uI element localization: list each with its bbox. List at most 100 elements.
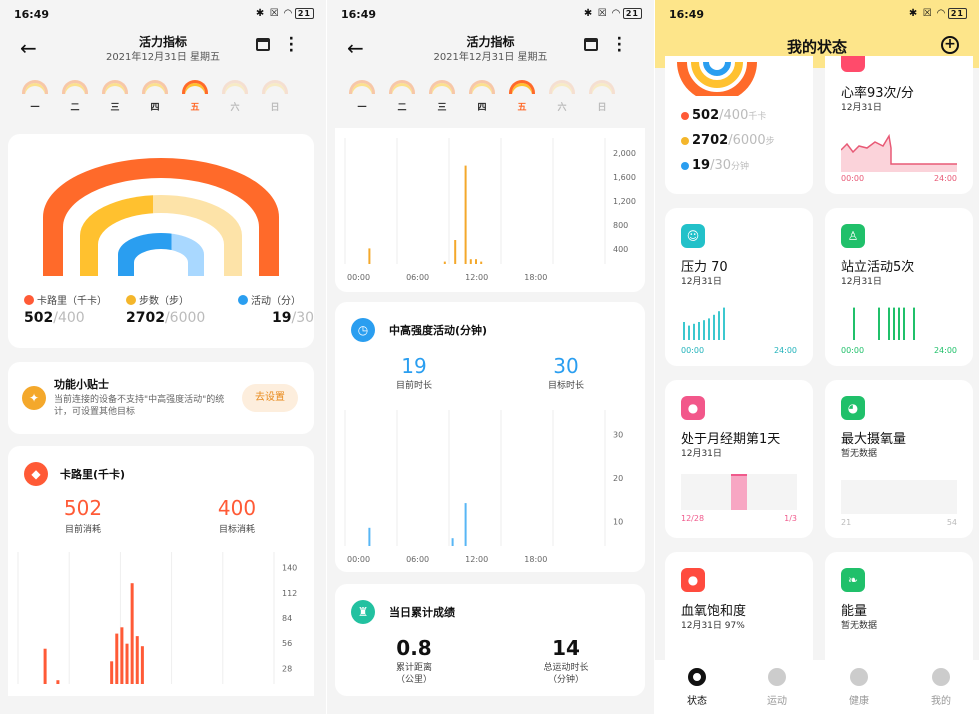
smile-icon: ☺ <box>681 224 705 248</box>
heart-icon <box>850 668 868 686</box>
intensity-chart: 30 20 10 00:00 06:00 12:00 18:00 <box>335 406 645 568</box>
mini-bar <box>893 307 895 340</box>
day-fri[interactable]: 五 <box>180 80 210 113</box>
day-fri[interactable]: 五 <box>507 80 537 113</box>
calendar-icon[interactable] <box>256 38 270 51</box>
standing-x0: 00:00 <box>841 346 865 355</box>
vo2max-x0: 21 <box>841 518 852 527</box>
period-bar <box>731 474 747 510</box>
mini-bar <box>878 307 880 340</box>
summary-calories: 卡路里（千卡） 502/400 <box>24 295 107 326</box>
day-sun: 日 <box>260 80 290 113</box>
mini-bar <box>903 307 905 340</box>
y-tick-label: 400 <box>613 245 628 254</box>
y-tick-label: 56 <box>282 639 292 648</box>
status-bar: 16:49 ✱ ☒ ◠ 21 <box>327 0 654 28</box>
footprint-icon <box>126 295 136 305</box>
heart-rate-sparkline <box>841 133 957 172</box>
chart-bar <box>475 259 477 264</box>
tab-workout[interactable]: 运动 <box>747 668 807 707</box>
calories-current-label: 目前消耗 <box>64 525 101 535</box>
calories-chart: 140 112 84 56 28 <box>8 548 314 688</box>
stress-card[interactable]: ☺ 压力 70 12月31日 00:00 24:00 <box>665 208 813 366</box>
energy-title: 能量 <box>841 604 868 619</box>
battery-icon: 21 <box>622 8 642 19</box>
vo2max-card[interactable]: ◕ 最大摄氧量 暂无数据 21 54 <box>825 380 973 538</box>
summary-activity: 活动（分） 19/30 <box>238 292 314 326</box>
x-tick-label: 18:00 <box>524 555 547 564</box>
intensity-goal-label: 目标时长 <box>547 381 584 391</box>
standing-date: 12月31日 <box>841 277 882 287</box>
tab-health[interactable]: 健康 <box>829 668 889 707</box>
y-tick-label: 20 <box>613 474 623 483</box>
spo2-card[interactable]: ● 血氧饱和度 12月31日 97% <box>665 552 813 672</box>
chart-bar <box>368 248 371 264</box>
x-tick-label: 18:00 <box>524 273 547 282</box>
activity-panel-middle: 16:49 ✱ ☒ ◠ 21 ← 活力指标 2021年12月31日 星期五 · · ·… <box>327 0 654 714</box>
chart-bar <box>368 527 371 546</box>
stress-x0: 00:00 <box>681 346 705 355</box>
summary-card[interactable]: 502/400千卡 2702/6000步 19/30分钟 <box>665 56 813 194</box>
flame-icon <box>681 112 689 120</box>
steps-chart: 2,000 1,600 1,200 800 400 00:00 06:00 12:00 18:0… <box>335 134 645 286</box>
status-icons: ✱ ☒ ◠ 21 <box>909 8 967 19</box>
day-mon[interactable]: 一 <box>20 80 50 113</box>
status-bar: 16:49 ✱ ☒ ◠ 21 <box>655 0 979 28</box>
heart-rate-card[interactable]: 心率93次/分 12月31日 00:00 24:00 <box>825 56 973 194</box>
more-menu-icon[interactable]: · · · <box>289 32 294 58</box>
drop-icon: ● <box>681 396 705 420</box>
tip-card: ✦ 功能小贴士 当前连接的设备不支持"中高强度活动"的统计，可设置其他目标 去设… <box>8 362 314 434</box>
chart-bar <box>140 646 144 684</box>
clock-icon: ◷ <box>351 318 375 342</box>
vo2max-date: 暂无数据 <box>841 449 878 459</box>
heart-rate-x0: 00:00 <box>841 174 865 183</box>
activity-panel-left: 16:49 ✱ ☒ ◠ 21 ← 活力指标 2021年12月31日 星期五 · · ·… <box>0 0 326 714</box>
chart-bar <box>43 648 47 684</box>
day-mon[interactable]: 一 <box>347 80 377 113</box>
tab-status[interactable]: 状态 <box>667 668 727 707</box>
day-tue[interactable]: 二 <box>387 80 417 113</box>
go-settings-button[interactable]: 去设置 <box>242 384 298 412</box>
blood-drop-icon: ● <box>681 568 705 592</box>
spo2-date: 12月31日 97% <box>681 621 745 631</box>
period-title: 处于月经期第1天 <box>681 432 781 447</box>
clock-icon <box>681 162 689 170</box>
y-tick-label: 112 <box>282 589 297 598</box>
day-tue[interactable]: 二 <box>60 80 90 113</box>
status-bar: 16:49 ✱ ☒ ◠ 21 <box>0 0 326 28</box>
day-wed[interactable]: 三 <box>100 80 130 113</box>
add-icon[interactable]: + <box>941 36 959 54</box>
day-thu[interactable]: 四 <box>467 80 497 113</box>
y-tick-label: 800 <box>613 221 628 230</box>
calendar-icon[interactable] <box>584 38 598 51</box>
footprint-icon <box>681 137 689 145</box>
heart-rate-date: 12月31日 <box>841 103 882 113</box>
mini-bar <box>898 307 900 340</box>
week-selector: 一 二 三 四 五 六 日 <box>347 80 634 116</box>
chart-bar <box>454 240 457 264</box>
daily-duration-unit: （分钟） <box>547 675 584 685</box>
y-tick-label: 140 <box>282 564 297 573</box>
clock-icon <box>238 295 248 305</box>
period-date: 12月31日 <box>681 449 722 459</box>
mini-bar <box>698 322 700 340</box>
tab-profile[interactable]: 我的 <box>911 668 971 707</box>
status-time: 16:49 <box>341 8 377 21</box>
summary-calories-row: 502/400千卡 <box>681 108 766 123</box>
x-tick-label: 06:00 <box>406 555 429 564</box>
day-thu[interactable]: 四 <box>140 80 170 113</box>
status-icons: ✱ ☒ ◠ 21 <box>584 8 642 19</box>
heart-icon <box>841 56 865 72</box>
day-wed[interactable]: 三 <box>427 80 457 113</box>
energy-card[interactable]: ❧ 能量 暂无数据 <box>825 552 973 672</box>
lung-icon: ◕ <box>841 396 865 420</box>
activity-ring-card[interactable]: 卡路里（千卡） 502/400 步数（步） 2702/6000 活动（分） 19… <box>8 134 314 348</box>
chart-bar <box>110 661 114 684</box>
day-sun: 日 <box>587 80 617 113</box>
period-card[interactable]: ● 处于月经期第1天 12月31日 12/28 1/3 <box>665 380 813 538</box>
stress-title: 压力 70 <box>681 260 728 275</box>
standing-card[interactable]: ♙ 站立活动5次 12月31日 00:00 24:00 <box>825 208 973 366</box>
chart-svg: 2,000 1,600 1,200 800 400 00:00 06:00 12:00 18:0… <box>344 138 636 282</box>
x-tick-label: 00:00 <box>347 273 370 282</box>
more-menu-icon[interactable]: · · · <box>617 32 622 58</box>
